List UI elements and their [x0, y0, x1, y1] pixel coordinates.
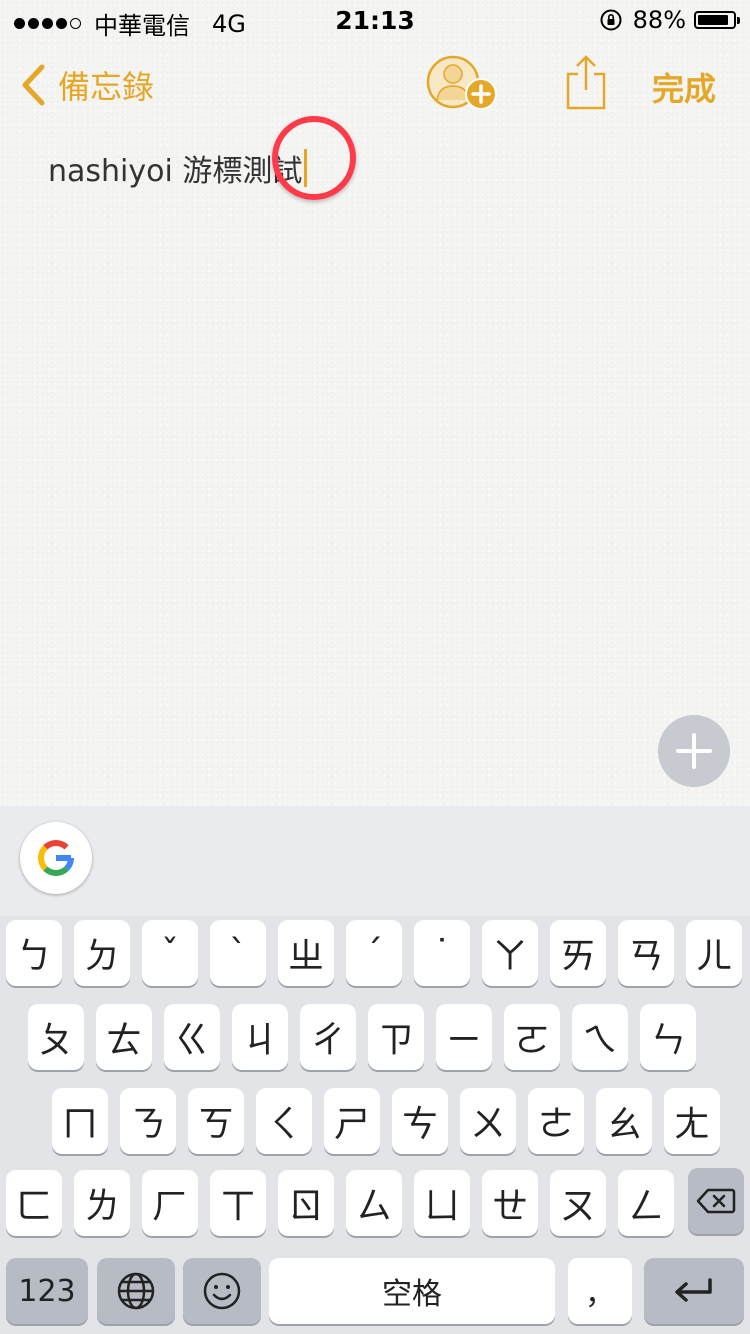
emoji-icon — [203, 1272, 241, 1310]
key-row3-8[interactable]: ㄠ — [596, 1088, 652, 1154]
key-row4-1[interactable]: ㄌ — [74, 1170, 130, 1236]
key-row1-7[interactable]: ㄚ — [482, 920, 538, 986]
cursor-highlight-circle — [272, 116, 356, 200]
key-row3-0[interactable]: ㄇ — [52, 1088, 108, 1154]
keyboard-keys: 123 空格 ， ㄅㄉ ˇ ˋ ㄓ ˊ ˙ ㄚㄞㄢㄦㄆㄊㄍㄐㄔㄗㄧㄛㄟㄣㄇㄋ ㄎ… — [0, 916, 750, 1334]
key-row1-2[interactable]: ˇ — [142, 920, 198, 986]
key-row4-3[interactable]: ㄒ — [210, 1170, 266, 1236]
back-button[interactable]: 備忘錄 — [20, 62, 154, 108]
key-row4-6[interactable]: ㄩ — [414, 1170, 470, 1236]
key-row2-6[interactable]: ㄧ — [436, 1004, 492, 1070]
key-row1-0[interactable]: ㄅ — [6, 920, 62, 986]
add-attachment-button[interactable] — [658, 715, 730, 787]
emoji-key[interactable] — [183, 1258, 261, 1324]
key-row1-3[interactable]: ˋ — [210, 920, 266, 986]
key-row1-6[interactable]: ˙ — [414, 920, 470, 986]
return-key[interactable] — [644, 1258, 744, 1324]
key-row1-1[interactable]: ㄉ — [74, 920, 130, 986]
backspace-key[interactable] — [688, 1168, 744, 1234]
key-row3-9[interactable]: ㄤ — [664, 1088, 720, 1154]
nav-bar: 備忘錄 完成 — [0, 40, 750, 128]
status-right: 88% — [599, 6, 740, 34]
battery-percent: 88% — [632, 6, 686, 34]
keyboard: 123 空格 ， ㄅㄉ ˇ ˋ ㄓ ˊ ˙ ㄚㄞㄢㄦㄆㄊㄍㄐㄔㄗㄧㄛㄟㄣㄇㄋ ㄎ… — [0, 806, 750, 1334]
key-row3-4[interactable]: ㄕ — [324, 1088, 380, 1154]
share-icon[interactable] — [564, 54, 608, 110]
key-row2-1[interactable]: ㄊ — [96, 1004, 152, 1070]
key-row3-7[interactable]: ㄜ — [528, 1088, 584, 1154]
key-row2-5[interactable]: ㄗ — [368, 1004, 424, 1070]
numbers-key[interactable]: 123 — [6, 1258, 88, 1324]
key-row4-2[interactable]: ㄏ — [142, 1170, 198, 1236]
key-row1-9[interactable]: ㄢ — [618, 920, 674, 986]
comma-key[interactable]: ， — [568, 1258, 632, 1324]
space-key[interactable]: 空格 — [269, 1258, 555, 1324]
add-person-button[interactable] — [425, 54, 501, 112]
key-row2-7[interactable]: ㄛ — [504, 1004, 560, 1070]
key-row1-5[interactable]: ˊ — [346, 920, 402, 986]
google-button[interactable] — [20, 822, 92, 894]
rotation-lock-icon — [600, 9, 622, 31]
key-row4-0[interactable]: ㄈ — [6, 1170, 62, 1236]
keyboard-toolbar — [0, 806, 750, 916]
done-button[interactable]: 完成 — [652, 64, 716, 110]
key-row2-2[interactable]: ㄍ — [164, 1004, 220, 1070]
key-row4-4[interactable]: ㄖ — [278, 1170, 334, 1236]
key-row1-4[interactable]: ㄓ — [278, 920, 334, 986]
battery-icon — [694, 11, 740, 29]
key-row4-8[interactable]: ㄡ — [550, 1170, 606, 1236]
google-logo-icon — [38, 840, 74, 876]
battery-level — [698, 15, 728, 25]
key-row3-3[interactable]: ㄑ — [256, 1088, 312, 1154]
globe-icon — [117, 1272, 155, 1310]
key-row1-10[interactable]: ㄦ — [686, 920, 742, 986]
key-row4-7[interactable]: ㄝ — [482, 1170, 538, 1236]
key-row3-1[interactable]: ㄋ — [120, 1088, 176, 1154]
backspace-icon — [696, 1188, 736, 1214]
key-row4-5[interactable]: ㄙ — [346, 1170, 402, 1236]
key-row4-9[interactable]: ㄥ — [618, 1170, 674, 1236]
globe-key[interactable] — [97, 1258, 175, 1324]
key-row2-8[interactable]: ㄟ — [572, 1004, 628, 1070]
status-bar: 中華電信 4G 21:13 88% — [0, 0, 750, 40]
key-row1-8[interactable]: ㄞ — [550, 920, 606, 986]
key-row2-0[interactable]: ㄆ — [28, 1004, 84, 1070]
return-icon — [675, 1278, 712, 1302]
note-text: nashiyoi 游標測試 — [48, 154, 303, 189]
key-row2-4[interactable]: ㄔ — [300, 1004, 356, 1070]
key-row3-6[interactable]: ㄨ — [460, 1088, 516, 1154]
key-row3-5[interactable]: ㄘ — [392, 1088, 448, 1154]
note-body[interactable]: nashiyoi 游標測試 — [48, 146, 308, 190]
back-label: 備忘錄 — [58, 68, 155, 106]
key-row2-3[interactable]: ㄐ — [232, 1004, 288, 1070]
key-row3-2[interactable]: ㄎ — [188, 1088, 244, 1154]
key-row2-9[interactable]: ㄣ — [640, 1004, 696, 1070]
chevron-left-icon — [22, 64, 45, 106]
